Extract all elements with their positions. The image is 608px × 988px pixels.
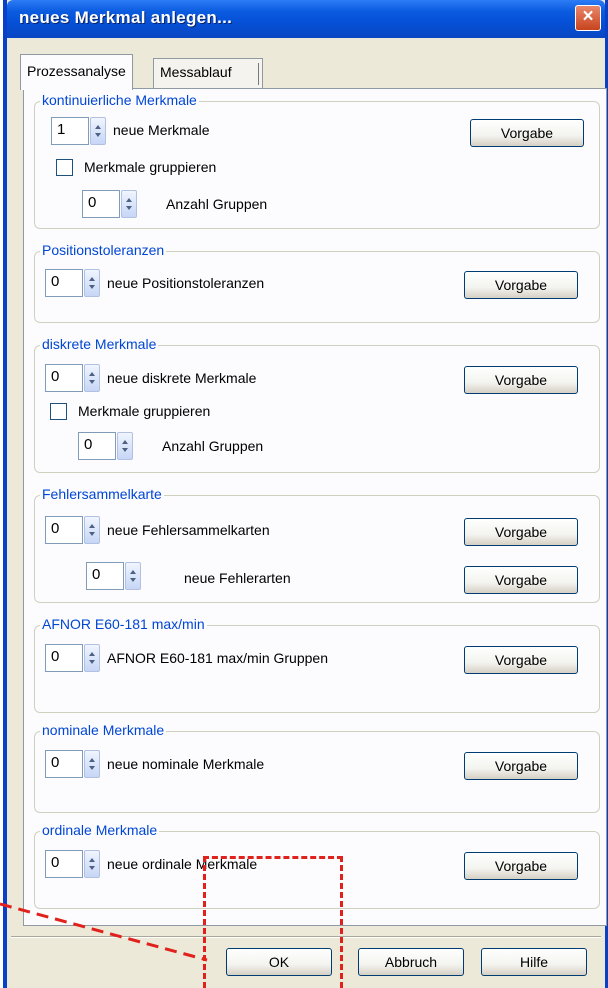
group-positionstoleranzen: Positionstoleranzen 0 neue Positionstole… (34, 242, 600, 323)
group-title: nominale Merkmale (40, 722, 167, 738)
discrete-count-input[interactable]: 0 (45, 364, 83, 392)
spinner-arrows-icon[interactable] (117, 432, 133, 460)
tab-prozessanalyse[interactable]: Prozessanalyse (20, 54, 133, 90)
dialog-footer: OK Abbruch Hilfe (7, 926, 605, 988)
tab-label: Messablauf (160, 64, 232, 80)
spinner-arrows-icon[interactable] (84, 750, 100, 778)
group-kontinuierliche-merkmale: kontinuierliche Merkmale 1 neue Merkmale… (34, 92, 600, 229)
tab-panel: kontinuierliche Merkmale 1 neue Merkmale… (23, 88, 607, 926)
cancel-button[interactable]: Abbruch (358, 948, 464, 976)
group-title: diskrete Merkmale (40, 336, 159, 352)
ordinal-count-input[interactable]: 0 (45, 850, 83, 878)
error-types-count-label: neue Fehlerarten (184, 570, 291, 586)
continuous-default-button[interactable]: Vorgabe (470, 119, 584, 147)
spinner-arrows-icon[interactable] (84, 516, 100, 544)
spinner-arrows-icon[interactable] (84, 850, 100, 878)
error-card-count-label: neue Fehlersammelkarten (107, 522, 270, 538)
group-title: AFNOR E60-181 max/min (40, 616, 207, 632)
spinner-arrows-icon[interactable] (125, 562, 141, 590)
nominal-default-button[interactable]: Vorgabe (464, 752, 578, 780)
afnor-default-button[interactable]: Vorgabe (464, 646, 578, 674)
group-ordinale-merkmale: ordinale Merkmale 0 neue ordinale Merkma… (34, 822, 600, 909)
group-fehlersammelkarte: Fehlersammelkarte 0 neue Fehlersammelkar… (34, 486, 600, 603)
nominal-count-input[interactable]: 0 (45, 750, 83, 778)
error-card-default-button[interactable]: Vorgabe (464, 518, 578, 546)
close-icon: × (582, 6, 594, 27)
group-diskrete-merkmale: diskrete Merkmale 0 neue diskrete Merkma… (34, 336, 600, 473)
discrete-default-button[interactable]: Vorgabe (464, 366, 578, 394)
position-count-input[interactable]: 0 (45, 269, 83, 297)
continuous-group-checkbox[interactable] (56, 159, 73, 176)
footer-divider (11, 936, 601, 938)
tab-messablauf[interactable]: Messablauf (153, 58, 263, 88)
continuous-group-count-label: Anzahl Gruppen (166, 196, 268, 212)
continuous-group-checkbox-label: Merkmale gruppieren (84, 159, 217, 175)
spinner-arrows-icon[interactable] (121, 190, 137, 218)
continuous-count-input[interactable]: 1 (51, 117, 89, 145)
ordinal-default-button[interactable]: Vorgabe (464, 852, 578, 880)
discrete-group-count-input[interactable]: 0 (78, 432, 116, 460)
dialog-window: neues Merkmal anlegen... × Prozessanalys… (3, 0, 608, 988)
group-nominale-merkmale: nominale Merkmale 0 neue nominale Merkma… (34, 722, 600, 813)
group-title: Positionstoleranzen (40, 242, 167, 258)
group-title: kontinuierliche Merkmale (40, 92, 199, 108)
discrete-group-checkbox-label: Merkmale gruppieren (78, 403, 211, 419)
continuous-count-label: neue Merkmale (113, 122, 210, 138)
tab-label: Prozessanalyse (27, 63, 126, 79)
spinner-arrows-icon[interactable] (90, 117, 106, 145)
nominal-count-label: neue nominale Merkmale (107, 756, 265, 772)
help-button[interactable]: Hilfe (481, 948, 587, 976)
group-title: ordinale Merkmale (40, 822, 160, 838)
ordinal-count-label: neue ordinale Merkmale (107, 856, 258, 872)
discrete-group-checkbox[interactable] (50, 403, 67, 420)
spinner-arrows-icon[interactable] (84, 364, 100, 392)
ok-button[interactable]: OK (226, 948, 332, 976)
group-title: Fehlersammelkarte (40, 486, 164, 502)
discrete-count-label: neue diskrete Merkmale (107, 370, 257, 386)
discrete-group-count-label: Anzahl Gruppen (162, 438, 264, 454)
close-button[interactable]: × (575, 5, 601, 31)
group-afnor: AFNOR E60-181 max/min 0 AFNOR E60-181 ma… (34, 616, 600, 713)
position-count-label: neue Positionstoleranzen (107, 275, 265, 291)
spinner-arrows-icon[interactable] (84, 644, 100, 672)
position-default-button[interactable]: Vorgabe (464, 271, 578, 299)
afnor-count-input[interactable]: 0 (45, 644, 83, 672)
continuous-group-count-input[interactable]: 0 (82, 190, 120, 218)
title-bar[interactable]: neues Merkmal anlegen... × (7, 0, 605, 38)
window-title: neues Merkmal anlegen... (19, 8, 233, 27)
error-card-count-input[interactable]: 0 (45, 516, 83, 544)
error-types-count-input[interactable]: 0 (86, 562, 124, 590)
afnor-count-label: AFNOR E60-181 max/min Gruppen (107, 650, 328, 666)
error-types-default-button[interactable]: Vorgabe (464, 566, 578, 594)
spinner-arrows-icon[interactable] (84, 269, 100, 297)
